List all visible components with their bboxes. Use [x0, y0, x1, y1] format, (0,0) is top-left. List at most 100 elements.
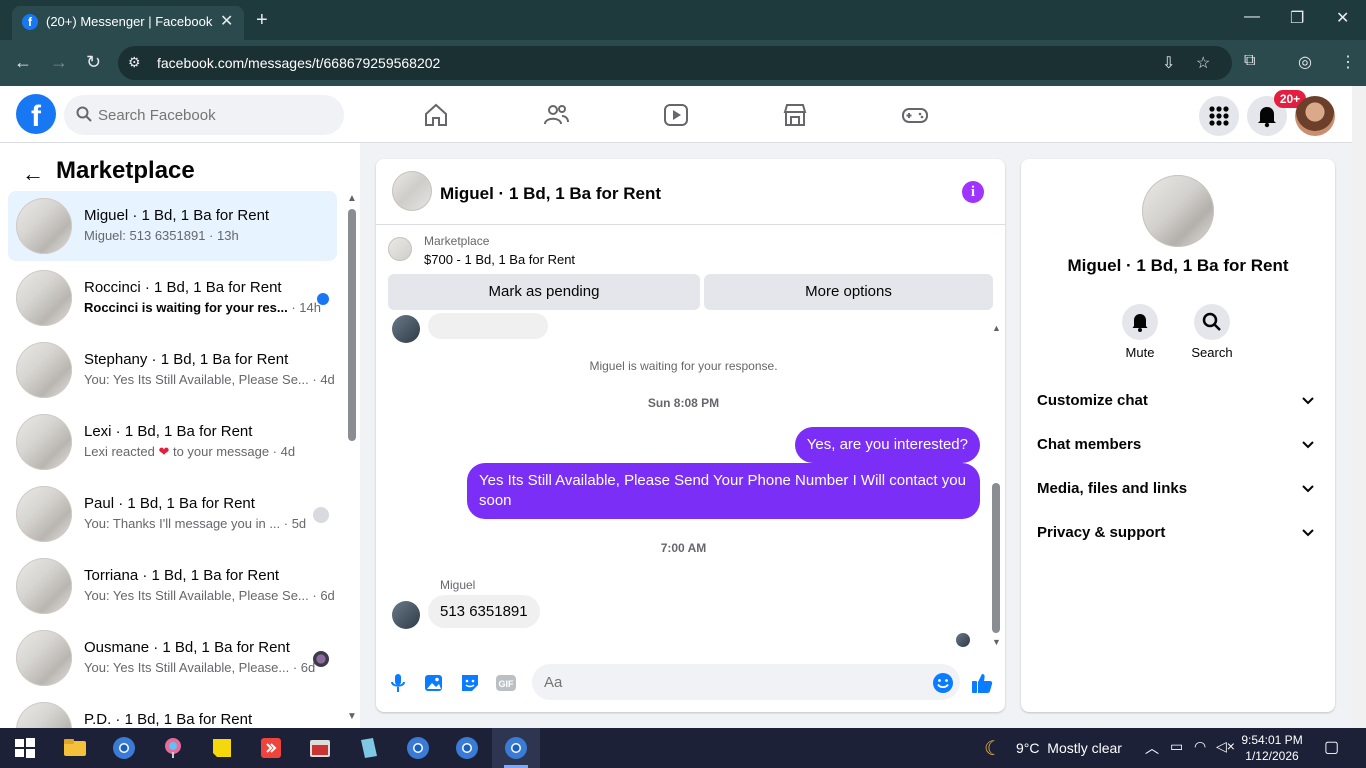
windows-start-icon[interactable]: [13, 736, 37, 760]
chrome-icon[interactable]: [112, 736, 136, 760]
conversation-item[interactable]: Paul · 1 Bd, 1 Ba for Rent You: Thanks I…: [8, 479, 337, 549]
scroll-down-icon[interactable]: ▼: [992, 637, 1001, 647]
weather-widget[interactable]: 9°C Mostly clear: [1016, 740, 1122, 756]
notepad-icon[interactable]: [357, 736, 381, 760]
back-arrow-icon[interactable]: ←: [14, 52, 32, 73]
close-tab-icon[interactable]: ✕: [220, 11, 233, 31]
like-thumbs-up-icon[interactable]: [971, 672, 993, 694]
marketplace-icon[interactable]: [782, 102, 808, 128]
mark-as-pending-button[interactable]: Mark as pending: [388, 274, 700, 310]
details-name: Miguel · 1 Bd, 1 Ba for Rent: [1067, 256, 1289, 275]
scrollbar-thumb[interactable]: [992, 483, 1000, 633]
chat-members-row[interactable]: Chat members: [1037, 425, 1319, 465]
chrome-icon[interactable]: [406, 736, 430, 760]
home-icon[interactable]: [423, 102, 449, 128]
app-icon[interactable]: [308, 736, 332, 760]
browser-tab[interactable]: f (20+) Messenger | Facebook ✕: [12, 6, 244, 40]
back-arrow-icon[interactable]: ←: [22, 161, 44, 187]
forward-arrow-icon[interactable]: →: [50, 52, 68, 73]
search-icon: [1202, 312, 1221, 331]
reload-icon[interactable]: ↻: [86, 52, 101, 73]
conversation-name: Paul · 1 Bd, 1 Ba for Rent: [84, 495, 255, 512]
privacy-support-row[interactable]: Privacy & support: [1037, 513, 1319, 553]
outgoing-message[interactable]: Yes Its Still Available, Please Send You…: [467, 463, 980, 519]
app-icon[interactable]: [161, 736, 185, 760]
weather-moon-icon[interactable]: ☾: [984, 736, 1002, 761]
conversation-preview: You: Yes Its Still Available, Please Se.…: [84, 588, 335, 603]
battery-icon[interactable]: ▭: [1170, 738, 1183, 755]
page-scrollbar[interactable]: [1352, 86, 1366, 728]
facebook-search[interactable]: [64, 95, 344, 135]
chat-title[interactable]: Miguel · 1 Bd, 1 Ba for Rent: [440, 184, 661, 204]
chevron-up-icon[interactable]: ︿: [1145, 738, 1159, 758]
media-files-links-row[interactable]: Media, files and links: [1037, 469, 1319, 509]
conversation-item[interactable]: Ousmane · 1 Bd, 1 Ba for Rent You: Yes I…: [8, 623, 337, 693]
details-thumbnail[interactable]: [1142, 175, 1214, 247]
anydesk-icon[interactable]: [259, 736, 283, 760]
profile-icon[interactable]: ◎: [1298, 52, 1312, 72]
restore-icon[interactable]: ❐: [1290, 8, 1304, 28]
facebook-search-input[interactable]: [98, 95, 328, 135]
conversation-item[interactable]: Stephany · 1 Bd, 1 Ba for Rent You: Yes …: [8, 335, 337, 405]
site-settings-icon[interactable]: ⚙: [128, 54, 141, 71]
microphone-icon[interactable]: [387, 672, 409, 694]
emoji-icon[interactable]: [932, 672, 954, 694]
wifi-icon[interactable]: ◠: [1194, 738, 1206, 755]
conversation-item[interactable]: Miguel · 1 Bd, 1 Ba for Rent Miguel: 513…: [8, 191, 337, 261]
gif-icon[interactable]: GIF: [495, 672, 517, 694]
conversation-item[interactable]: Torriana · 1 Bd, 1 Ba for Rent You: Yes …: [8, 551, 337, 621]
friends-icon[interactable]: [543, 102, 569, 128]
sender-avatar[interactable]: [392, 601, 420, 629]
outgoing-message[interactable]: Yes, are you interested?: [794, 427, 980, 463]
chat-header-thumbnail[interactable]: [392, 171, 432, 211]
file-explorer-icon[interactable]: [63, 736, 87, 760]
conversation-item[interactable]: Lexi · 1 Bd, 1 Ba for Rent Lexi reacted …: [8, 407, 337, 477]
chevron-down-icon: [1302, 529, 1314, 537]
scroll-up-icon[interactable]: ▲: [992, 323, 1001, 333]
bookmark-star-icon[interactable]: ☆: [1196, 53, 1210, 73]
conversation-item[interactable]: P.D. · 1 Bd, 1 Ba for Rent: [8, 695, 337, 728]
sticky-notes-icon[interactable]: [210, 736, 234, 760]
tab-search-icon[interactable]: ⧉: [1244, 52, 1255, 70]
video-icon[interactable]: [663, 102, 689, 128]
clock-date: 1/12/2026: [1245, 749, 1299, 763]
conversation-sidebar: ← Marketplace Miguel · 1 Bd, 1 Ba for Re…: [0, 143, 360, 728]
chrome-icon[interactable]: [455, 736, 479, 760]
chrome-icon[interactable]: [504, 736, 528, 760]
conversation-preview: Lexi reacted ❤ to your message · 4d: [84, 444, 295, 460]
message-input[interactable]: [532, 664, 960, 700]
notification-center-icon[interactable]: ▢: [1324, 737, 1339, 757]
marketplace-label: Marketplace: [424, 234, 490, 248]
scroll-down-icon[interactable]: ▼: [347, 711, 357, 722]
customize-chat-row[interactable]: Customize chat: [1037, 381, 1319, 421]
incoming-message[interactable]: 513 6351891: [428, 595, 540, 628]
install-app-icon[interactable]: ⇩: [1162, 53, 1175, 73]
new-tab-button[interactable]: +: [256, 9, 268, 32]
grid-icon: [1209, 106, 1229, 126]
mute-button[interactable]: [1122, 304, 1158, 340]
more-options-button[interactable]: More options: [704, 274, 993, 310]
listing-thumbnail: [16, 558, 72, 614]
gaming-icon[interactable]: [902, 102, 928, 128]
sticker-icon[interactable]: [459, 672, 481, 694]
search-in-chat-button[interactable]: [1194, 304, 1230, 340]
volume-muted-icon[interactable]: ◁×: [1216, 738, 1235, 755]
address-bar[interactable]: ⚙ facebook.com/messages/t/66867925956820…: [118, 46, 1232, 80]
scrollbar-thumb[interactable]: [348, 209, 356, 441]
chat-scrollbar[interactable]: ▲ ▼: [990, 323, 1004, 653]
scroll-up-icon[interactable]: ▲: [347, 193, 357, 204]
menu-dots-icon[interactable]: ⋮: [1340, 52, 1356, 72]
info-icon[interactable]: i: [962, 181, 984, 203]
minimize-icon[interactable]: —: [1244, 8, 1260, 26]
facebook-logo-icon[interactable]: f: [16, 94, 56, 134]
system-clock[interactable]: 9:54:01 PM 1/12/2026: [1240, 732, 1304, 764]
account-avatar[interactable]: [1295, 96, 1335, 136]
sidebar-scrollbar[interactable]: ▲ ▼: [344, 193, 360, 723]
listing-price-title[interactable]: $700 - 1 Bd, 1 Ba for Rent: [424, 252, 575, 267]
photo-icon[interactable]: [423, 672, 445, 694]
window-close-icon[interactable]: ✕: [1336, 8, 1349, 28]
conversation-item[interactable]: Roccinci · 1 Bd, 1 Ba for Rent Roccinci …: [8, 263, 337, 333]
listing-thumbnail: [16, 630, 72, 686]
conversation-preview: Miguel: 513 6351891 · 13h: [84, 228, 239, 243]
menu-grid-button[interactable]: [1199, 96, 1239, 136]
